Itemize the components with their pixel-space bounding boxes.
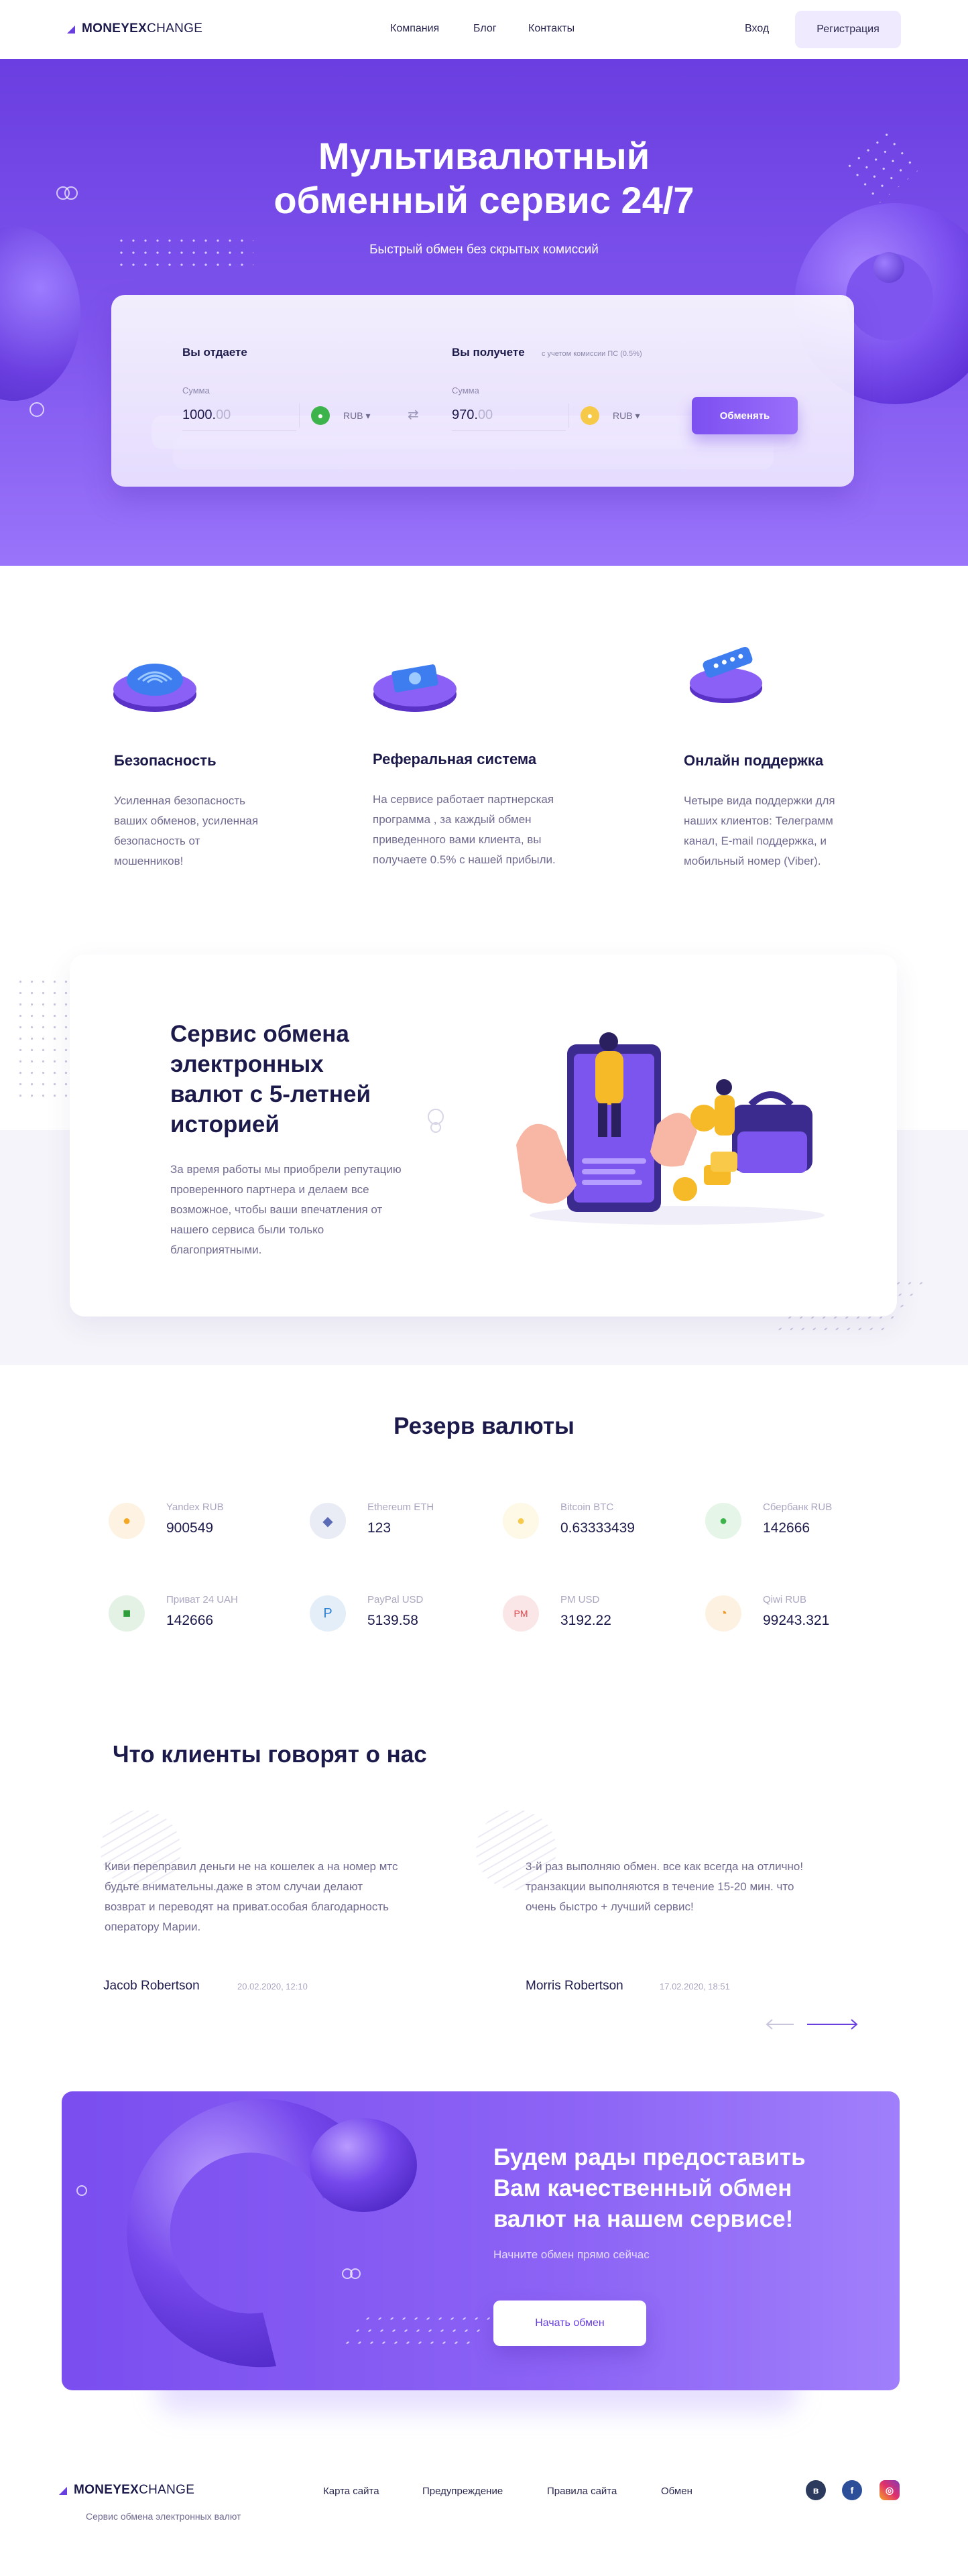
divider	[568, 404, 569, 428]
get-currency-select[interactable]: RUB ▾	[613, 410, 640, 422]
instagram-icon[interactable]: ◎	[880, 2480, 900, 2500]
yandex-icon: ●	[581, 406, 599, 425]
decor-circle	[350, 2268, 361, 2279]
page: MONEYEX CHANGE Компания Блог Контакты Вхо…	[0, 0, 968, 2576]
privat24-icon: ■	[109, 1595, 145, 1632]
bitcoin-icon: ●	[503, 1503, 539, 1539]
reserve-amount: 0.63333439	[560, 1520, 635, 1536]
reviews-title: Что клиенты говорят о нас	[113, 1741, 427, 1768]
footer-tagline: Сервис обмена электронных валют	[86, 2511, 241, 2522]
cta-title: Будем рады предоставить Вам качественный …	[493, 2144, 806, 2232]
reserve-amount: 123	[367, 1520, 391, 1536]
give-label: Вы отдаете	[182, 346, 247, 359]
review-author: Morris Robertson	[526, 1979, 623, 1993]
footer-link-rules[interactable]: Правила сайта	[547, 2486, 617, 2497]
commission-note: с учетом комиссии ПС (0.5%)	[542, 350, 642, 358]
decor-circle	[76, 2185, 87, 2196]
reserve-title: Резерв валюты	[394, 1413, 574, 1439]
get-amount-input[interactable]: 970.00	[452, 408, 493, 423]
logo-light-text: CHANGE	[139, 2483, 195, 2497]
reserve-amount: 5139.58	[367, 1613, 418, 1628]
reserve-currency-name: Yandex RUB	[166, 1501, 224, 1513]
footer-link-warning[interactable]: Предупреждение	[422, 2486, 503, 2497]
footer-link-exchange[interactable]: Обмен	[661, 2486, 692, 2497]
service-title: Сервис обмена электронных валют с 5-летней…	[170, 1021, 371, 1138]
feature-text: Усиленная безопасность ваших обменов, уси…	[114, 794, 259, 867]
yandex-icon: ●	[109, 1503, 145, 1539]
chat-icon	[689, 647, 763, 704]
reserve-currency-name: Сбербанк RUB	[763, 1501, 833, 1513]
decor-dots	[15, 976, 68, 1103]
facebook-icon[interactable]: f	[842, 2480, 862, 2500]
logo[interactable]: MONEYEX CHANGE	[67, 21, 202, 36]
reserve-currency-name: PM USD	[560, 1594, 600, 1605]
get-underline	[452, 430, 566, 431]
review-text: 3-й раз выполняю обмен. все как всегда н…	[526, 1860, 804, 1913]
feature-title: Безопасность	[114, 752, 217, 769]
reserve-amount: 142666	[763, 1520, 810, 1536]
reserve-currency-name: PayPal USD	[367, 1594, 424, 1605]
qiwi-icon: ◔	[705, 1595, 741, 1632]
review-date: 20.02.2020, 12:10	[237, 1981, 308, 1991]
paypal-icon: P	[310, 1595, 346, 1632]
decor-circle	[29, 402, 44, 417]
swap-icon[interactable]: ⇄	[408, 406, 419, 423]
give-currency-select[interactable]: RUB ▾	[343, 410, 370, 422]
give-amount-label: Сумма	[182, 385, 210, 395]
reserve-amount: 142666	[166, 1613, 214, 1628]
footer-logo[interactable]: MONEYEX CHANGE	[59, 2483, 194, 2498]
reserve-currency-name: Ethereum ETH	[367, 1501, 434, 1513]
next-arrow-icon[interactable]	[806, 2018, 859, 2031]
login-link[interactable]: Вход	[745, 23, 769, 35]
get-label: Вы получете	[452, 346, 525, 359]
reserve-amount: 3192.22	[560, 1613, 611, 1628]
exchange-button[interactable]: Обменять	[692, 397, 798, 434]
give-amount-input[interactable]: 1000.00	[182, 408, 231, 423]
decor-circles	[428, 1109, 444, 1133]
exchange-form	[111, 295, 854, 487]
review-text: Киви переправил деньги не на кошелек а н…	[105, 1860, 398, 1933]
pm-icon: PM	[503, 1595, 539, 1632]
feature-text: На сервисе работает партнерская программа…	[373, 793, 556, 866]
reserve-currency-name: Qiwi RUB	[763, 1594, 807, 1605]
feature-text: Четыре вида поддержки для наших клиентов:…	[684, 794, 835, 867]
give-underline	[182, 430, 296, 431]
hero-title: Мультивалютный обменный сервис 24/7	[274, 135, 694, 221]
start-exchange-button[interactable]: Начать обмен	[493, 2301, 646, 2346]
ethereum-icon: ◆	[310, 1503, 346, 1539]
review-author: Jacob Robertson	[103, 1979, 200, 1993]
divider	[299, 404, 300, 428]
logo-light-text: CHANGE	[147, 21, 203, 36]
cta-banner	[62, 2091, 900, 2390]
get-amount-label: Сумма	[452, 385, 479, 395]
nav-contacts[interactable]: Контакты	[528, 23, 574, 35]
reserve-amount: 99243.321	[763, 1613, 830, 1628]
nav-blog[interactable]: Блог	[473, 23, 497, 35]
sberbank-icon: ●	[311, 406, 330, 425]
cta-subtitle: Начните обмен прямо сейчас	[493, 2248, 650, 2261]
prev-arrow-icon[interactable]	[764, 2018, 795, 2031]
logo-icon	[67, 24, 76, 34]
fingerprint-icon	[113, 664, 196, 712]
feature-title: Реферальная система	[373, 751, 537, 768]
nav-company[interactable]: Компания	[390, 23, 439, 35]
footer-link-sitemap[interactable]: Карта сайта	[323, 2486, 379, 2497]
reserve-currency-name: Приват 24 UAH	[166, 1594, 238, 1605]
vk-icon[interactable]: в	[806, 2480, 826, 2500]
illustration	[516, 1032, 825, 1225]
sberbank-icon: ●	[705, 1503, 741, 1539]
logo-bold-text: MONEYEX	[74, 2483, 139, 2497]
reserve-currency-name: Bitcoin BTC	[560, 1501, 614, 1513]
hero-subtitle: Быстрый обмен без скрытых комиссий	[369, 243, 599, 257]
register-button[interactable]: Регистрация	[795, 11, 901, 48]
service-text: За время работы мы приобрели репутацию пр…	[170, 1163, 402, 1256]
logo-bold-text: MONEYEX	[82, 21, 147, 36]
money-icon	[373, 664, 457, 712]
feature-title: Онлайн поддержка	[684, 752, 824, 769]
reserve-amount: 900549	[166, 1520, 214, 1536]
review-date: 17.02.2020, 18:51	[660, 1981, 730, 1991]
header: MONEYEX CHANGE Компания Блог Контакты Вхо…	[0, 0, 968, 59]
logo-icon	[59, 2486, 68, 2495]
